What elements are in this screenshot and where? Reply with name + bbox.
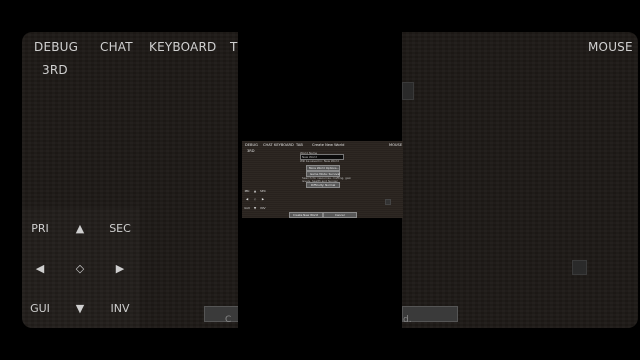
bg-chat-button[interactable]: CHAT xyxy=(100,40,133,54)
debug-button[interactable]: DEBUG xyxy=(245,143,258,147)
sec-button[interactable]: SEC xyxy=(259,187,267,195)
center-icon[interactable]: ◇ xyxy=(251,195,259,203)
cancel-label: Cancel xyxy=(335,213,345,217)
bg-up-arrow-icon[interactable]: ▲ xyxy=(60,208,100,248)
left-arrow-icon[interactable]: ◀ xyxy=(243,195,251,203)
chat-button[interactable]: CHAT xyxy=(263,143,273,147)
difficulty-label: Difficulty: Normal xyxy=(311,183,336,187)
bg-debug-button[interactable]: DEBUG xyxy=(34,40,78,54)
bg-down-arrow-icon[interactable]: ▼ xyxy=(60,288,100,328)
bg-side-button[interactable] xyxy=(572,260,587,275)
gui-button[interactable]: GUI xyxy=(243,204,251,212)
difficulty-button[interactable]: Difficulty: Normal xyxy=(306,182,340,188)
more-world-options-label: More World Options... xyxy=(309,166,340,170)
third-person-button[interactable]: 3RD xyxy=(247,149,255,153)
dialog-title: Create New World xyxy=(312,143,345,147)
mouse-button[interactable]: MOUSE xyxy=(389,143,402,147)
bg-pri-button[interactable]: PRI xyxy=(22,208,60,248)
down-arrow-icon[interactable]: ▼ xyxy=(251,204,259,212)
tab-button[interactable]: TAB xyxy=(296,143,303,147)
right-arrow-icon[interactable]: ▶ xyxy=(259,195,267,203)
bg-cancel-button-label: d. xyxy=(403,315,412,325)
bg-right-arrow-icon[interactable]: ▶ xyxy=(100,248,140,288)
pri-button[interactable]: PRI xyxy=(243,187,251,195)
side-button[interactable] xyxy=(385,199,391,205)
keyboard-button[interactable]: KEYBOARD xyxy=(274,143,294,147)
bg-create-button-label: C xyxy=(225,315,232,325)
create-new-world-button[interactable]: Create New World xyxy=(289,212,323,218)
bg-gui-button[interactable]: GUI xyxy=(22,288,60,328)
bg-world-name-field-edge xyxy=(402,82,414,100)
up-arrow-icon[interactable]: ▲ xyxy=(251,187,259,195)
bg-third-person-button[interactable]: 3RD xyxy=(42,63,68,77)
inv-button[interactable]: INV xyxy=(259,204,267,212)
bg-sec-button[interactable]: SEC xyxy=(100,208,140,248)
bg-tab-button[interactable]: T xyxy=(230,40,238,54)
bg-mouse-button[interactable]: MOUSE xyxy=(588,40,633,54)
bg-inv-button[interactable]: INV xyxy=(100,288,140,328)
bg-cancel-button[interactable]: d. xyxy=(402,306,458,325)
game-screen: DEBUG CHAT KEYBOARD TAB MOUSE 3RD Create… xyxy=(242,141,403,218)
bg-keyboard-button[interactable]: KEYBOARD xyxy=(149,40,216,54)
cancel-button[interactable]: Cancel xyxy=(323,212,357,218)
bg-left-arrow-icon[interactable]: ◀ xyxy=(22,248,60,288)
save-note: Will be saved in: New World xyxy=(300,159,339,163)
bg-center-icon[interactable]: ◇ xyxy=(60,248,100,288)
create-new-world-label: Create New World xyxy=(293,213,319,217)
